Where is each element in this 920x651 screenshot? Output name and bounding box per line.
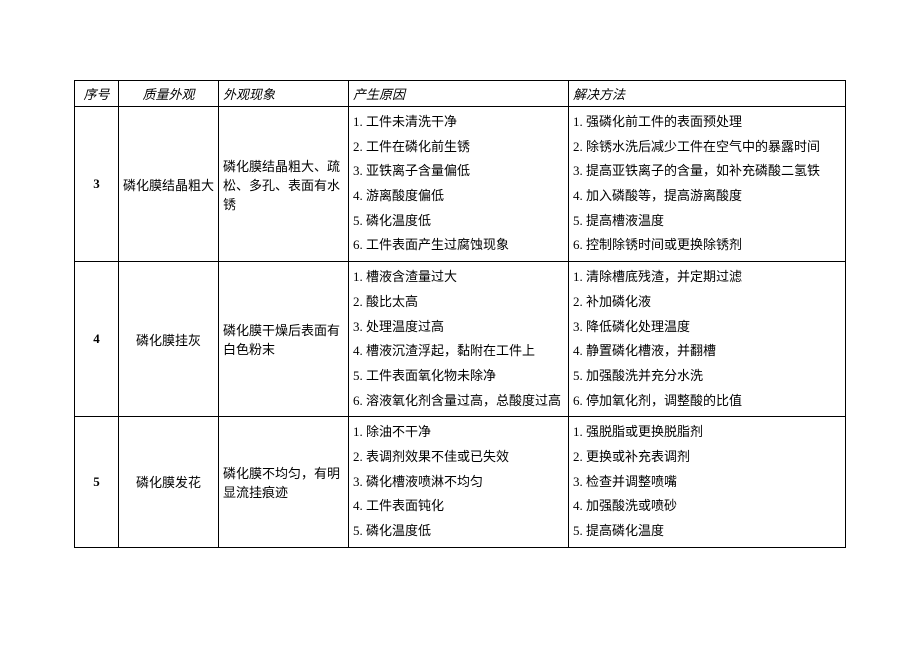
cell-causes: 1. 除油不干净 2. 表调剂效果不佳或已失效 3. 磷化槽液喷淋不均匀 4. … (349, 417, 569, 547)
cell-causes: 1. 工件未清洗干净 2. 工件在磷化前生锈 3. 亚铁离子含量偏低 4. 游离… (349, 107, 569, 262)
cell-quality-appearance: 磷化膜结晶粗大 (119, 107, 219, 262)
cell-appearance-phenomenon: 磷化膜不均匀，有明显流挂痕迹 (219, 417, 349, 547)
cell-idx: 3 (75, 107, 119, 262)
cell-quality-appearance: 磷化膜挂灰 (119, 262, 219, 417)
header-cause: 产生原因 (349, 81, 569, 107)
cell-causes: 1. 槽液含渣量过大 2. 酸比太高 3. 处理温度过高 4. 槽液沉渣浮起，黏… (349, 262, 569, 417)
header-idx: 序号 (75, 81, 119, 107)
cell-solutions: 1. 强脱脂或更换脱脂剂 2. 更换或补充表调剂 3. 检查并调整喷嘴 4. 加… (569, 417, 846, 547)
cell-appearance-phenomenon: 磷化膜干燥后表面有白色粉末 (219, 262, 349, 417)
header-solution: 解决方法 (569, 81, 846, 107)
table-row: 3 磷化膜结晶粗大 磷化膜结晶粗大、疏松、多孔、表面有水锈 1. 工件未清洗干净… (75, 107, 846, 262)
cell-quality-appearance: 磷化膜发花 (119, 417, 219, 547)
cell-idx: 5 (75, 417, 119, 547)
header-quality-appearance: 质量外观 (119, 81, 219, 107)
cell-solutions: 1. 清除槽底残渣，并定期过滤 2. 补加磷化液 3. 降低磷化处理温度 4. … (569, 262, 846, 417)
cell-appearance-phenomenon: 磷化膜结晶粗大、疏松、多孔、表面有水锈 (219, 107, 349, 262)
cell-solutions: 1. 强磷化前工件的表面预处理 2. 除锈水洗后减少工件在空气中的暴露时间 3.… (569, 107, 846, 262)
document-page: 序号 质量外观 外观现象 产生原因 解决方法 3 磷化膜结晶粗大 磷化膜结晶粗大… (0, 0, 920, 588)
table-row: 4 磷化膜挂灰 磷化膜干燥后表面有白色粉末 1. 槽液含渣量过大 2. 酸比太高… (75, 262, 846, 417)
phosphating-defects-table: 序号 质量外观 外观现象 产生原因 解决方法 3 磷化膜结晶粗大 磷化膜结晶粗大… (74, 80, 846, 548)
cell-idx: 4 (75, 262, 119, 417)
table-header-row: 序号 质量外观 外观现象 产生原因 解决方法 (75, 81, 846, 107)
table-row: 5 磷化膜发花 磷化膜不均匀，有明显流挂痕迹 1. 除油不干净 2. 表调剂效果… (75, 417, 846, 547)
header-appearance-phenomenon: 外观现象 (219, 81, 349, 107)
